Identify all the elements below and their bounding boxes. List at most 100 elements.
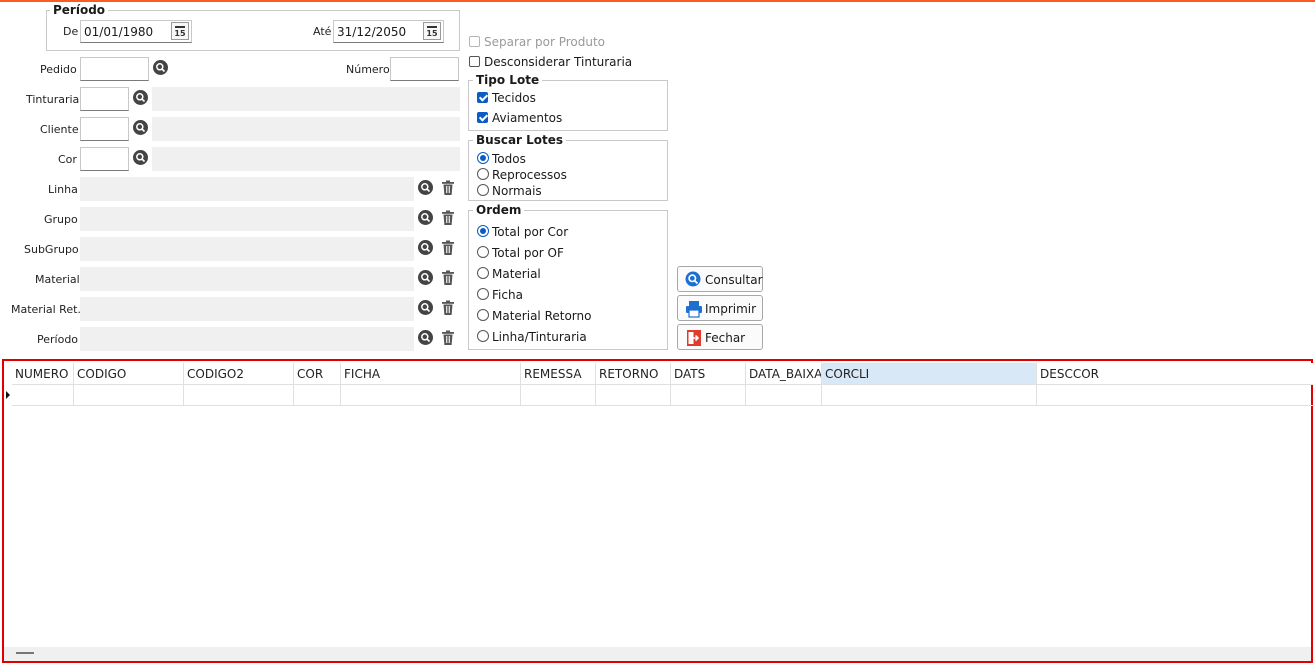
tecidos-label: Tecidos	[492, 91, 536, 105]
table-row-cell[interactable]	[1037, 385, 1313, 406]
search-icon[interactable]	[133, 150, 149, 166]
material-ret-label: Material Ret.	[11, 303, 81, 316]
buscar-lotes-legend: Buscar Lotes	[473, 133, 567, 147]
results-grid[interactable]: NUMERO CODIGO CODIGO2 COR FICHA REMESSA …	[2, 359, 1313, 663]
material-label: Material	[35, 273, 80, 286]
table-row-cell[interactable]	[521, 385, 596, 406]
ate-label: Até	[313, 25, 332, 38]
trash-icon[interactable]	[441, 210, 455, 226]
search-icon[interactable]	[418, 240, 434, 256]
table-row-cell[interactable]	[596, 385, 671, 406]
trash-icon[interactable]	[441, 180, 455, 196]
column-dats[interactable]: DATS	[671, 363, 746, 385]
column-desccor[interactable]: DESCCOR	[1037, 363, 1313, 385]
column-codigo[interactable]: CODIGO	[74, 363, 184, 385]
table-row-cell[interactable]	[746, 385, 822, 406]
linha-field[interactable]	[80, 177, 414, 201]
trash-icon[interactable]	[441, 240, 455, 256]
grid-footer	[4, 647, 1311, 661]
subgrupo-field[interactable]	[80, 237, 414, 261]
column-cor[interactable]: COR	[294, 363, 341, 385]
calendar-icon[interactable]: 15	[423, 22, 441, 40]
pedido-input[interactable]	[80, 57, 149, 81]
fechar-button[interactable]: Fechar	[677, 324, 763, 350]
consultar-label: Consultar	[705, 273, 763, 287]
grupo-field[interactable]	[80, 207, 414, 231]
todos-radio[interactable]	[477, 152, 489, 164]
search-icon[interactable]	[418, 300, 434, 316]
aviamentos-checkbox[interactable]	[477, 112, 488, 123]
material-retorno-label: Material Retorno	[492, 309, 592, 323]
tecidos-checkbox[interactable]	[477, 92, 488, 103]
column-retorno[interactable]: RETORNO	[596, 363, 671, 385]
search-icon[interactable]	[418, 330, 434, 346]
search-icon[interactable]	[133, 120, 149, 136]
reprocessos-radio[interactable]	[477, 168, 489, 180]
cor-description	[152, 147, 460, 171]
tinturaria-code-input[interactable]	[80, 87, 129, 111]
table-row-cell[interactable]	[822, 385, 1037, 406]
table-row-cell[interactable]	[12, 385, 74, 406]
ordem-legend: Ordem	[473, 203, 525, 217]
linha-tinturaria-label: Linha/Tinturaria	[492, 330, 587, 344]
separar-por-produto-checkbox[interactable]	[469, 36, 480, 47]
table-row-cell[interactable]	[294, 385, 341, 406]
total-por-cor-radio[interactable]	[477, 225, 489, 237]
column-corcli[interactable]: CORCLI	[822, 363, 1037, 385]
material-field[interactable]	[80, 267, 414, 291]
aviamentos-label: Aviamentos	[492, 111, 563, 125]
search-icon[interactable]	[418, 270, 434, 286]
de-label: De	[63, 25, 79, 38]
search-icon[interactable]	[153, 60, 169, 76]
trash-icon[interactable]	[441, 330, 455, 346]
ficha-radio[interactable]	[477, 288, 489, 300]
search-icon[interactable]	[418, 210, 434, 226]
fechar-label: Fechar	[705, 331, 746, 345]
exit-icon	[687, 330, 701, 346]
material-ret-field[interactable]	[80, 297, 414, 321]
table-row-cell[interactable]	[184, 385, 294, 406]
reprocessos-label: Reprocessos	[492, 168, 567, 182]
periodo-filter-label: Período	[37, 333, 79, 346]
total-por-cor-label: Total por Cor	[492, 225, 569, 239]
periodo-legend: Período	[50, 3, 109, 17]
imprimir-button[interactable]: Imprimir	[677, 295, 763, 321]
column-numero[interactable]: NUMERO	[12, 363, 74, 385]
search-icon[interactable]	[133, 90, 149, 106]
separar-por-produto-label: Separar por Produto	[484, 35, 606, 49]
search-icon[interactable]	[418, 180, 434, 196]
row-indicator-icon	[6, 391, 10, 399]
column-remessa[interactable]: REMESSA	[521, 363, 596, 385]
table-row-cell[interactable]	[341, 385, 521, 406]
linha-tinturaria-radio[interactable]	[477, 330, 489, 342]
cor-code-input[interactable]	[80, 147, 129, 171]
column-ficha[interactable]: FICHA	[341, 363, 521, 385]
tinturaria-description	[152, 87, 460, 111]
pedido-label: Pedido	[40, 63, 77, 76]
imprimir-label: Imprimir	[705, 302, 757, 316]
periodo-filter-field[interactable]	[80, 327, 414, 351]
normais-radio[interactable]	[477, 184, 489, 196]
table-row-cell[interactable]	[74, 385, 184, 406]
top-accent-bar	[0, 0, 1315, 2]
collapse-handle-icon[interactable]	[16, 652, 34, 654]
calendar-icon[interactable]: 15	[171, 22, 189, 40]
material-order-label: Material	[492, 267, 541, 281]
column-codigo2[interactable]: CODIGO2	[184, 363, 294, 385]
material-retorno-radio[interactable]	[477, 309, 489, 321]
trash-icon[interactable]	[441, 270, 455, 286]
tipo-lote-legend: Tipo Lote	[473, 73, 543, 87]
cliente-code-input[interactable]	[80, 117, 129, 141]
total-por-of-radio[interactable]	[477, 246, 489, 258]
consultar-button[interactable]: Consultar	[677, 266, 763, 292]
table-row-cell[interactable]	[671, 385, 746, 406]
numero-input[interactable]	[390, 57, 459, 81]
desconsiderar-tinturaria-checkbox[interactable]	[469, 56, 480, 67]
subgrupo-label: SubGrupo	[24, 243, 79, 256]
ficha-label: Ficha	[492, 288, 523, 302]
material-radio[interactable]	[477, 267, 489, 279]
trash-icon[interactable]	[441, 300, 455, 316]
desconsiderar-tinturaria-label: Desconsiderar Tinturaria	[484, 55, 633, 69]
total-por-of-label: Total por OF	[492, 246, 564, 260]
column-data-baixa[interactable]: DATA_BAIXA	[746, 363, 822, 385]
